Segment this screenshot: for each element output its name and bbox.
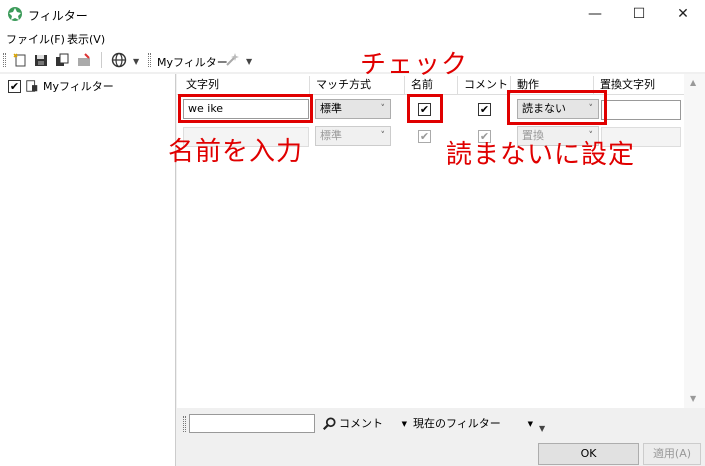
column-header-replace[interactable]: 置換文字列 <box>594 76 684 94</box>
window-title: フィルター <box>28 9 88 23</box>
toolbar-grip[interactable] <box>3 53 6 67</box>
search-target-value: コメント <box>339 417 383 430</box>
annotation-box-text <box>178 94 313 123</box>
close-button[interactable]: ✕ <box>661 0 705 28</box>
app-icon <box>8 7 22 21</box>
dropdown-arrow-icon: ▼ <box>527 420 533 428</box>
menu-bar: ファイル(F) 表示(V) <box>0 28 705 48</box>
ok-button[interactable]: OK <box>538 443 639 465</box>
minimize-button[interactable]: — <box>573 0 617 28</box>
search-bar-grip[interactable] <box>183 416 186 432</box>
save-icon[interactable] <box>33 52 49 68</box>
match-select[interactable]: 標準 ˅ <box>315 99 391 119</box>
annotation-enter-name-label: 名前を入力 <box>168 137 304 167</box>
wand-icon <box>226 53 239 66</box>
tree-item-label: Myフィルター <box>43 80 114 93</box>
new-filter-icon[interactable] <box>12 52 28 68</box>
match-select[interactable]: 標準 ˅ <box>315 126 391 146</box>
vertical-scrollbar[interactable]: ▲ ▼ <box>684 74 705 408</box>
current-filter-label: Myフィルター <box>157 56 228 69</box>
toolbar-overflow-icon[interactable]: ▼ <box>133 57 139 66</box>
toolbar-overflow-icon[interactable]: ▼ <box>539 424 545 433</box>
delete-icon <box>78 53 90 66</box>
replace-input[interactable] <box>601 100 681 120</box>
annotation-box-name <box>407 94 443 123</box>
title-bar: フィルター — ☐ ✕ <box>0 0 705 28</box>
chevron-down-icon: ˅ <box>380 104 386 114</box>
maximize-button[interactable]: ☐ <box>617 0 661 28</box>
comment-checkbox[interactable]: ✔ <box>478 103 491 116</box>
toolbar-overflow-icon[interactable]: ▼ <box>246 57 252 66</box>
match-select-value: 標準 <box>320 129 342 142</box>
toolbar: ▼ Myフィルター ▼ <box>0 48 705 72</box>
match-select-value: 標準 <box>320 102 342 115</box>
dropdown-arrow-icon: ▼ <box>401 420 407 428</box>
filter-tree: ✔ Myフィルター <box>0 74 176 466</box>
search-input[interactable] <box>189 414 315 433</box>
tree-item-checkbox[interactable]: ✔ <box>8 79 21 93</box>
apply-button[interactable]: 適用(A) <box>643 443 701 465</box>
annotation-box-action <box>507 90 607 125</box>
filter-folder-icon <box>26 80 38 92</box>
search-target-select[interactable]: コメント ▼ <box>339 415 409 433</box>
search-bar: コメント ▼ 現在のフィルター ▼ ▼ <box>177 408 705 440</box>
annotation-set-no-read-label: 読まないに設定 <box>446 140 636 170</box>
menu-file[interactable]: ファイル(F) <box>6 31 65 47</box>
chevron-down-icon: ˅ <box>380 131 386 141</box>
annotation-check-label: チェック <box>360 50 469 80</box>
search-scope-select[interactable]: 現在のフィルター ▼ <box>413 415 535 433</box>
scroll-down-icon[interactable]: ▼ <box>690 394 696 403</box>
tree-item-my-filter[interactable]: ✔ Myフィルター <box>8 78 114 94</box>
scroll-up-icon[interactable]: ▲ <box>690 78 696 87</box>
column-header-text[interactable]: 文字列 <box>180 76 310 94</box>
toolbar-grip[interactable] <box>148 53 151 67</box>
search-icon[interactable] <box>322 417 336 431</box>
search-scope-value: 現在のフィルター <box>413 417 501 430</box>
filter-grid: 文字列 マッチ方式 名前 コメント 動作 置換文字列 we ike 標準 ˅ ✔… <box>177 74 705 408</box>
globe-icon[interactable] <box>111 52 127 68</box>
name-checkbox[interactable]: ✔ <box>418 130 431 143</box>
menu-view[interactable]: 表示(V) <box>67 31 105 47</box>
copy-icon[interactable] <box>54 52 70 68</box>
toolbar-separator <box>101 52 102 68</box>
